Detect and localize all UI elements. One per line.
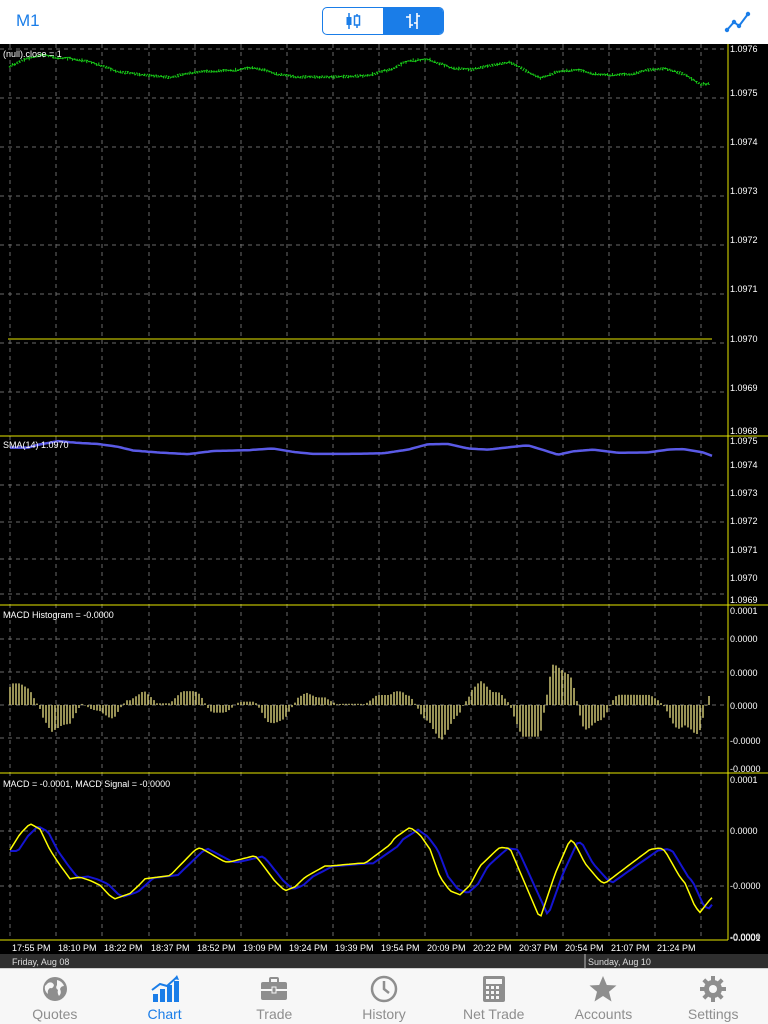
tab-label: Quotes: [32, 1006, 78, 1022]
star-icon: [589, 976, 617, 1002]
globe-icon: [42, 977, 67, 1001]
time-tick-label: 19:09 PM: [243, 943, 282, 953]
bar-mode-button[interactable]: [383, 8, 443, 34]
top-toolbar: M1: [0, 0, 768, 44]
time-tick-label: 19:39 PM: [335, 943, 374, 953]
macd-tick-label: -0.0001: [730, 933, 761, 943]
sma-tick-label: 1.0975: [730, 436, 758, 446]
tab-net-trade[interactable]: Net Trade: [439, 969, 549, 1024]
tab-accounts[interactable]: Accounts: [549, 969, 659, 1024]
date-label-friday: Friday, Aug 08: [12, 957, 69, 967]
hist-tick-label: 0.0000: [730, 668, 758, 678]
calculator-icon: [482, 976, 505, 1002]
price-tick-label: 1.0968: [730, 426, 758, 436]
tab-label: Chart: [147, 1006, 182, 1022]
date-strip: [0, 954, 768, 968]
time-tick-label: 18:52 PM: [197, 943, 236, 953]
tab-label: History: [362, 1006, 406, 1022]
hist-tick-label: 0.0001: [730, 606, 758, 616]
price-tick-label: 1.0975: [730, 88, 758, 98]
sma-tick-label: 1.0972: [730, 516, 758, 526]
tab-trade[interactable]: Trade: [219, 969, 329, 1024]
time-tick-label: 21:07 PM: [611, 943, 650, 953]
time-tick-label: 19:54 PM: [381, 943, 420, 953]
macd-histogram-label: MACD Histogram = -0.0000: [3, 610, 114, 620]
sma-panel-label: SMA(14) 1.0970: [3, 440, 69, 450]
sma-tick-label: 1.0971: [730, 545, 758, 555]
briefcase-icon: [261, 977, 288, 1000]
timeframe-button[interactable]: M1: [16, 11, 40, 31]
chart-type-segmented-control[interactable]: [322, 7, 444, 35]
price-tick-label: 1.0970: [730, 334, 758, 344]
gear-icon: [700, 976, 727, 1002]
tab-quotes[interactable]: Quotes: [0, 969, 110, 1024]
tab-label: Settings: [687, 1006, 739, 1022]
tab-bar: Quotes Chart Trade History Net Trade Acc…: [0, 968, 768, 1024]
time-tick-label: 20:22 PM: [473, 943, 512, 953]
time-tick-label: 18:37 PM: [151, 943, 190, 953]
price-tick-label: 1.0969: [730, 383, 758, 393]
tab-label: Trade: [256, 1006, 293, 1022]
hist-tick-label: 0.0000: [730, 634, 758, 644]
time-tick-label: 17:55 PM: [12, 943, 51, 953]
price-tick-label: 1.0973: [730, 186, 758, 196]
date-label-sunday: Sunday, Aug 10: [588, 957, 651, 967]
price-tick-label: 1.0974: [730, 137, 758, 147]
tab-chart[interactable]: Chart: [110, 969, 220, 1024]
macd-tick-label: -0.0000: [730, 881, 761, 891]
tab-label: Accounts: [574, 1006, 633, 1022]
tab-label: Net Trade: [462, 1006, 525, 1022]
sma-tick-label: 1.0973: [730, 488, 758, 498]
time-tick-label: 20:09 PM: [427, 943, 466, 953]
hist-tick-label: -0.0000: [730, 764, 761, 774]
clock-icon: [370, 975, 398, 1003]
tab-history[interactable]: History: [329, 969, 439, 1024]
time-tick-label: 18:22 PM: [104, 943, 143, 953]
tab-settings[interactable]: Settings: [658, 969, 768, 1024]
indicators-icon[interactable]: [724, 8, 752, 36]
hist-tick-label: 0.0000: [730, 701, 758, 711]
time-tick-label: 18:10 PM: [58, 943, 97, 953]
macd-tick-label: 0.0001: [730, 775, 758, 785]
candlestick-mode-button[interactable]: [323, 8, 383, 34]
bar-chart-icon: [150, 975, 179, 1002]
price-tick-label: 1.0971: [730, 284, 758, 294]
time-tick-label: 19:24 PM: [289, 943, 328, 953]
macd-panel-label: MACD = -0.0001, MACD Signal = -0.0000: [3, 779, 170, 789]
price-panel-label: (null).close = 1: [3, 49, 62, 59]
sma-tick-label: 1.0969: [730, 595, 758, 605]
price-tick-label: 1.0976: [730, 44, 758, 54]
time-tick-label: 20:54 PM: [565, 943, 604, 953]
sma-tick-label: 1.0974: [730, 460, 758, 470]
macd-tick-label: 0.0000: [730, 826, 758, 836]
time-tick-label: 21:24 PM: [657, 943, 696, 953]
time-tick-label: 20:37 PM: [519, 943, 558, 953]
price-tick-label: 1.0972: [730, 235, 758, 245]
hist-tick-label: -0.0000: [730, 736, 761, 746]
candlestick-icon: [346, 13, 361, 29]
sma-tick-label: 1.0970: [730, 573, 758, 583]
price-chart[interactable]: (null).close = 1 SMA(14) 1.0970 MACD His…: [0, 44, 768, 968]
ohlc-bar-icon: [406, 13, 420, 29]
